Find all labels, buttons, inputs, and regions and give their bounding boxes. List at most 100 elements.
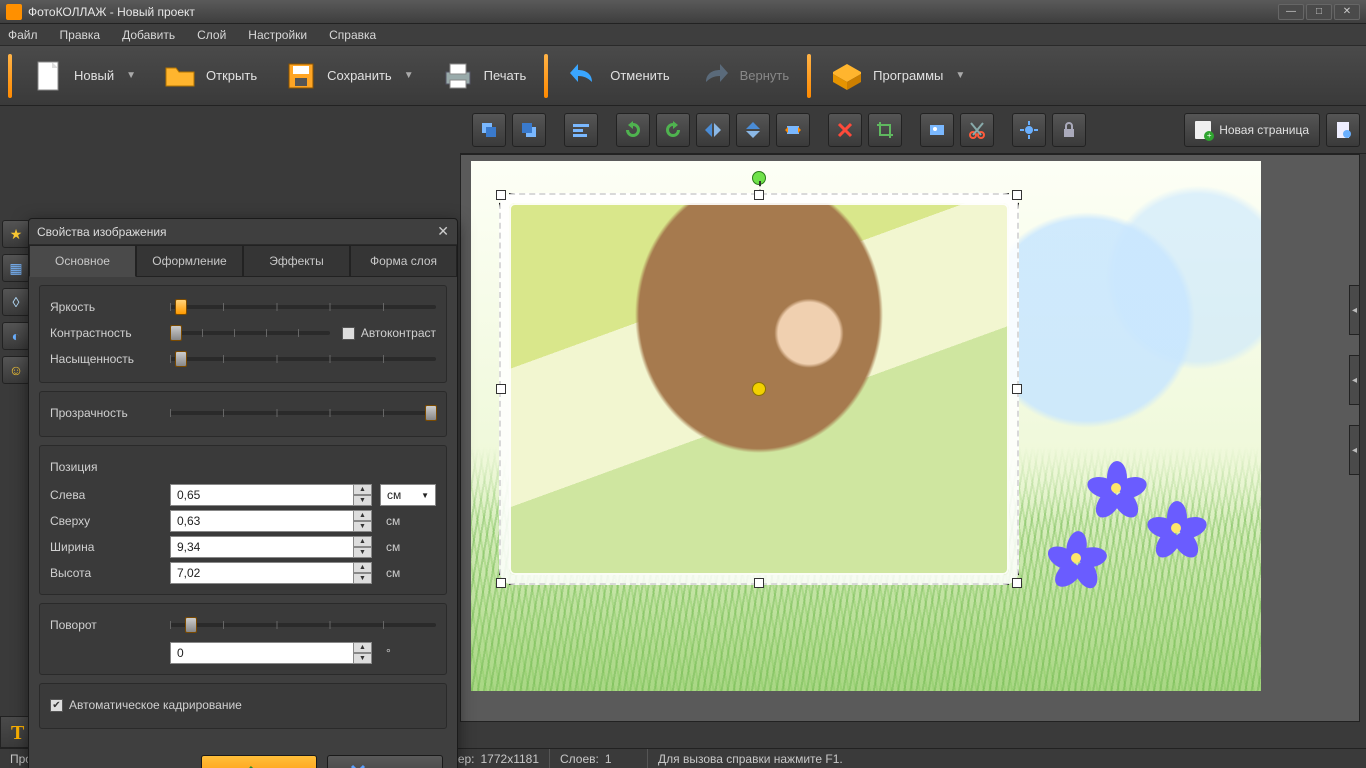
spin-down-icon[interactable]: ▼ (354, 547, 372, 558)
emoji-icon[interactable]: ☺ (2, 356, 30, 384)
top-input[interactable]: ▲▼ (170, 510, 372, 532)
main-toolbar: Новый ▼ Открыть Сохранить ▼ Печать Отмен… (0, 46, 1366, 106)
center-handle[interactable] (752, 382, 766, 396)
star-icon[interactable]: ★ (2, 220, 30, 248)
menu-settings[interactable]: Настройки (244, 26, 311, 44)
frame-icon[interactable]: ◊ (2, 288, 30, 316)
spin-down-icon[interactable]: ▼ (354, 573, 372, 584)
spin-down-icon[interactable]: ▼ (354, 653, 372, 664)
menu-layer[interactable]: Слой (193, 26, 230, 44)
resize-handle[interactable] (496, 384, 506, 394)
redo-button[interactable]: Вернуть (686, 54, 800, 98)
right-panel-tab[interactable]: ◂ (1349, 355, 1359, 405)
tab-effects[interactable]: Эффекты (243, 245, 350, 277)
floppy-disk-icon (283, 58, 319, 94)
transparency-slider[interactable] (170, 403, 436, 423)
resize-handle[interactable] (754, 190, 764, 200)
align-icon[interactable] (564, 113, 598, 147)
canvas-viewport[interactable]: ◂ ◂ ◂ (460, 154, 1360, 722)
spin-up-icon[interactable]: ▲ (354, 562, 372, 573)
lock-icon[interactable] (1052, 113, 1086, 147)
autocrop-checkbox[interactable]: ✔ Автоматическое кадрирование (50, 698, 242, 712)
degree-label: ° (380, 642, 436, 664)
rotation-slider[interactable] (170, 615, 436, 635)
layer-back-icon[interactable] (512, 113, 546, 147)
right-panel-tab[interactable]: ◂ (1349, 285, 1359, 335)
contrast-slider[interactable] (170, 323, 330, 343)
rotate-left-icon[interactable] (616, 113, 650, 147)
page-settings-icon[interactable] (1326, 113, 1360, 147)
right-panel-tab[interactable]: ◂ (1349, 425, 1359, 475)
tab-basic[interactable]: Основное (29, 245, 136, 277)
rotation-input[interactable]: ▲▼ (170, 642, 372, 664)
status-help-hint: Для вызова справки нажмите F1. (658, 752, 843, 766)
programs-button[interactable]: Программы ▼ (819, 54, 975, 98)
flip-horizontal-icon[interactable] (696, 113, 730, 147)
close-button[interactable]: ✕ (1334, 4, 1360, 20)
spin-up-icon[interactable]: ▲ (354, 536, 372, 547)
cancel-button[interactable]: Отмена (327, 755, 443, 768)
globe-icon[interactable]: ◐ (2, 322, 30, 350)
rotate-right-icon[interactable] (656, 113, 690, 147)
autocontrast-checkbox[interactable]: Автоконтраст (342, 326, 436, 340)
menu-edit[interactable]: Правка (56, 26, 105, 44)
saturation-label: Насыщенность (50, 352, 162, 366)
minimize-button[interactable]: — (1278, 4, 1304, 20)
menu-add[interactable]: Добавить (118, 26, 179, 44)
replace-image-icon[interactable] (920, 113, 954, 147)
spin-up-icon[interactable]: ▲ (354, 642, 372, 653)
resize-handle[interactable] (1012, 578, 1022, 588)
width-input[interactable]: ▲▼ (170, 536, 372, 558)
dialog-close-icon[interactable]: ✕ (437, 223, 449, 240)
gear-icon[interactable] (1012, 113, 1046, 147)
spin-up-icon[interactable]: ▲ (354, 484, 372, 495)
selected-photo-layer[interactable] (499, 193, 1019, 585)
layer-front-icon[interactable] (472, 113, 506, 147)
fit-width-icon[interactable] (776, 113, 810, 147)
secondary-toolbar: Новая страница (460, 106, 1366, 154)
undo-button[interactable]: Отменить (556, 54, 679, 98)
flip-vertical-icon[interactable] (736, 113, 770, 147)
new-page-button[interactable]: Новая страница (1184, 113, 1320, 147)
chevron-down-icon: ▼ (404, 70, 414, 81)
image-icon[interactable]: ▦ (2, 254, 30, 282)
canvas[interactable] (471, 161, 1261, 691)
resize-handle[interactable] (496, 190, 506, 200)
resize-handle[interactable] (1012, 384, 1022, 394)
resize-handle[interactable] (496, 578, 506, 588)
folder-open-icon (162, 58, 198, 94)
tab-design[interactable]: Оформление (136, 245, 243, 277)
resize-handle[interactable] (1012, 190, 1022, 200)
open-button[interactable]: Открыть (152, 54, 267, 98)
unit-combo[interactable]: см▼ (380, 484, 436, 506)
checkbox-icon (342, 327, 355, 340)
chevron-down-icon: ▼ (126, 70, 136, 81)
cut-icon[interactable] (960, 113, 994, 147)
dialog-titlebar[interactable]: Свойства изображения ✕ (29, 219, 457, 245)
spin-down-icon[interactable]: ▼ (354, 521, 372, 532)
spin-down-icon[interactable]: ▼ (354, 495, 372, 506)
maximize-button[interactable]: □ (1306, 4, 1332, 20)
crop-icon[interactable] (868, 113, 902, 147)
print-button[interactable]: Печать (430, 54, 537, 98)
app-logo-icon (6, 4, 22, 20)
position-label: Позиция (50, 460, 162, 474)
save-button[interactable]: Сохранить ▼ (273, 54, 424, 98)
unit-label: см (380, 562, 436, 584)
delete-icon[interactable] (828, 113, 862, 147)
brightness-slider[interactable] (170, 297, 436, 317)
menu-bar: Файл Правка Добавить Слой Настройки Спра… (0, 24, 1366, 46)
spin-up-icon[interactable]: ▲ (354, 510, 372, 521)
tab-shape[interactable]: Форма слоя (350, 245, 457, 277)
menu-help[interactable]: Справка (325, 26, 380, 44)
resize-handle[interactable] (754, 578, 764, 588)
contrast-label: Контрастность (50, 326, 162, 340)
new-button[interactable]: Новый ▼ (20, 54, 146, 98)
height-input[interactable]: ▲▼ (170, 562, 372, 584)
toolbar-divider (544, 54, 548, 98)
file-new-icon (30, 58, 66, 94)
menu-file[interactable]: Файл (4, 26, 42, 44)
left-input[interactable]: ▲▼ (170, 484, 372, 506)
saturation-slider[interactable] (170, 349, 436, 369)
ok-button[interactable]: ОК (201, 755, 317, 768)
